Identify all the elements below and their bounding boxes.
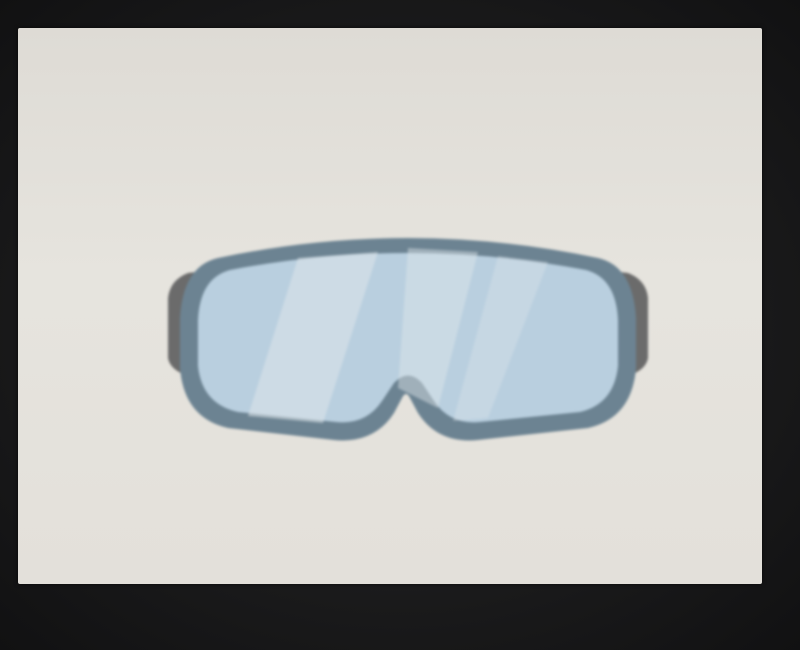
safety-goggles-icon xyxy=(168,238,648,441)
monitor-bezel xyxy=(0,0,800,650)
display-screen xyxy=(18,28,762,584)
